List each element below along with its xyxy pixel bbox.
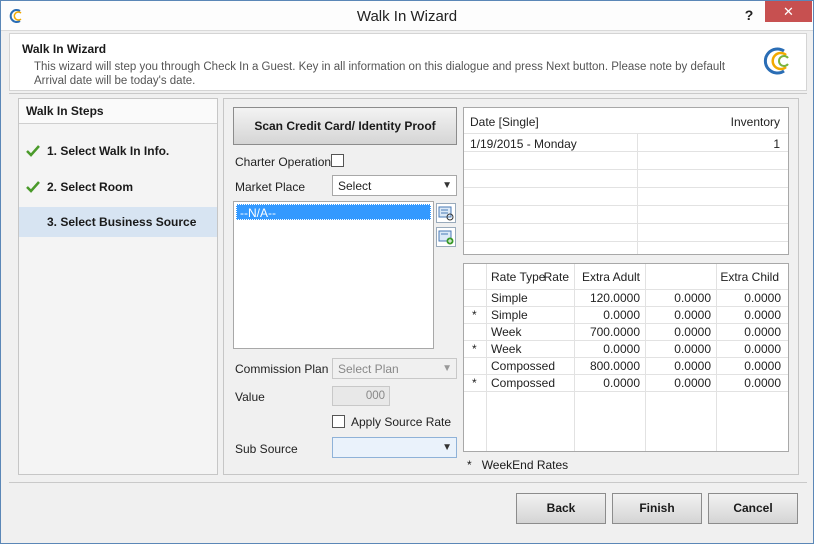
- rate-cell: 800.0000: [589, 359, 640, 373]
- close-button[interactable]: ✕: [765, 1, 812, 22]
- extra-child-cell: 0.0000: [744, 359, 781, 373]
- header-divider: [9, 93, 807, 94]
- extra-child-cell: 0.0000: [744, 308, 781, 322]
- brand-logo-icon: [763, 47, 789, 75]
- extra-adult-cell: 0.0000: [674, 342, 711, 356]
- walk-in-wizard-window: Walk In Wizard ? ✕ Walk In Wizard This w…: [0, 0, 814, 544]
- extra-adult-column-header[interactable]: Extra Adult: [582, 270, 640, 284]
- weekend-mark: *: [472, 342, 477, 356]
- date-column-header[interactable]: Date [Single]: [470, 115, 539, 129]
- wizard-header: Walk In Wizard This wizard will step you…: [9, 33, 807, 91]
- step-label: 3. Select Business Source: [47, 215, 197, 229]
- chevron-down-icon: ▼: [442, 363, 452, 374]
- market-place-select[interactable]: Select ▼: [332, 175, 457, 196]
- step-select-room[interactable]: 2. Select Room: [19, 172, 217, 202]
- rate-type-cell: Compossed: [491, 376, 556, 390]
- steps-title: Walk In Steps: [19, 99, 217, 124]
- charter-operation-label: Charter Operation: [235, 155, 332, 169]
- apply-source-rate-label: Apply Source Rate: [351, 415, 452, 429]
- rate-cell: 700.0000: [589, 325, 640, 339]
- finish-button[interactable]: Finish: [612, 493, 702, 524]
- market-place-label: Market Place: [235, 180, 306, 194]
- weekend-note-text: WeekEnd Rates: [481, 458, 569, 472]
- apply-source-rate-checkbox[interactable]: [332, 415, 345, 428]
- date-cell[interactable]: 1/19/2015 - Monday: [470, 137, 577, 151]
- weekend-mark: *: [472, 376, 477, 390]
- extra-adult-cell: 0.0000: [674, 308, 711, 322]
- rate-column-header[interactable]: Rate: [544, 270, 569, 284]
- extra-adult-cell: 0.0000: [674, 291, 711, 305]
- value-label: Value: [235, 390, 265, 404]
- table-row[interactable]: Week 700.0000 0.0000 0.0000: [464, 324, 788, 341]
- checkmark-icon: [26, 181, 40, 193]
- rate-type-cell: Simple: [491, 308, 528, 322]
- extra-child-cell: 0.0000: [744, 291, 781, 305]
- extra-adult-cell: 0.0000: [674, 325, 711, 339]
- weekend-mark: *: [467, 458, 472, 472]
- rate-cell: 0.0000: [603, 308, 640, 322]
- market-place-value: Select: [338, 179, 372, 193]
- weekend-rates-note: * WeekEnd Rates: [467, 458, 568, 472]
- commission-plan-value: Select Plan: [338, 362, 399, 376]
- table-row[interactable]: Compossed 800.0000 0.0000 0.0000: [464, 358, 788, 375]
- cancel-button[interactable]: Cancel: [708, 493, 798, 524]
- extra-child-cell: 0.0000: [744, 342, 781, 356]
- help-button[interactable]: ?: [739, 5, 759, 25]
- window-title: Walk In Wizard: [356, 8, 458, 25]
- back-button[interactable]: Back: [516, 493, 606, 524]
- inventory-column-header[interactable]: Inventory: [731, 115, 780, 129]
- table-row[interactable]: Simple 120.0000 0.0000 0.0000: [464, 290, 788, 307]
- extra-child-cell: 0.0000: [744, 325, 781, 339]
- step-label: 2. Select Room: [47, 180, 134, 194]
- extra-adult-cell: 0.0000: [674, 359, 711, 373]
- chevron-down-icon: ▼: [442, 180, 452, 191]
- header-title: Walk In Wizard: [22, 42, 107, 56]
- rate-cell: 0.0000: [603, 342, 640, 356]
- rate-type-cell: Compossed: [491, 359, 556, 373]
- add-item-icon[interactable]: [436, 227, 456, 247]
- list-item[interactable]: --N/A--: [236, 204, 431, 220]
- extra-child-column-header[interactable]: Extra Child: [720, 270, 779, 284]
- value-input[interactable]: 000: [332, 386, 390, 406]
- commission-plan-label: Commission Plan: [235, 362, 329, 376]
- step-select-business-source[interactable]: 3. Select Business Source: [19, 207, 217, 237]
- chevron-down-icon: ▼: [442, 442, 452, 453]
- header-description: This wizard will step you through Check …: [34, 61, 726, 87]
- rate-type-cell: Week: [491, 325, 522, 339]
- dates-grid: Date [Single] Inventory 1/19/2015 - Mond…: [463, 107, 789, 255]
- table-row[interactable]: * Week 0.0000 0.0000 0.0000: [464, 341, 788, 358]
- rate-cell: 120.0000: [589, 291, 640, 305]
- footer-divider: [9, 482, 807, 483]
- table-row[interactable]: * Simple 0.0000 0.0000 0.0000: [464, 307, 788, 324]
- business-source-list[interactable]: --N/A--: [233, 201, 434, 349]
- table-row[interactable]: * Compossed 0.0000 0.0000 0.0000: [464, 375, 788, 392]
- checkmark-icon: [26, 145, 40, 157]
- sub-source-select[interactable]: ▼: [332, 437, 457, 458]
- rate-type-cell: Week: [491, 342, 522, 356]
- rate-type-cell: Simple: [491, 291, 528, 305]
- step-label: 1. Select Walk In Info.: [47, 144, 170, 158]
- weekend-mark: *: [472, 308, 477, 322]
- sub-source-label: Sub Source: [235, 442, 298, 456]
- extra-child-cell: 0.0000: [744, 376, 781, 390]
- rate-type-column-header[interactable]: Rate Type: [491, 270, 545, 284]
- commission-plan-select[interactable]: Select Plan ▼: [332, 358, 457, 379]
- charter-operation-checkbox[interactable]: [331, 154, 344, 167]
- step-select-walk-in-info[interactable]: 1. Select Walk In Info.: [19, 136, 217, 166]
- inventory-cell[interactable]: 1: [773, 137, 780, 151]
- rates-grid: Rate Type Rate Extra Adult Extra Child S…: [463, 263, 789, 452]
- rate-cell: 0.0000: [603, 376, 640, 390]
- extra-adult-cell: 0.0000: [674, 376, 711, 390]
- title-bar: Walk In Wizard ? ✕: [1, 1, 813, 31]
- steps-panel: Walk In Steps 1. Select Walk In Info. 2.…: [18, 98, 218, 475]
- scan-credit-card-button[interactable]: Scan Credit Card/ Identity Proof: [233, 107, 457, 145]
- search-list-icon[interactable]: [436, 203, 456, 223]
